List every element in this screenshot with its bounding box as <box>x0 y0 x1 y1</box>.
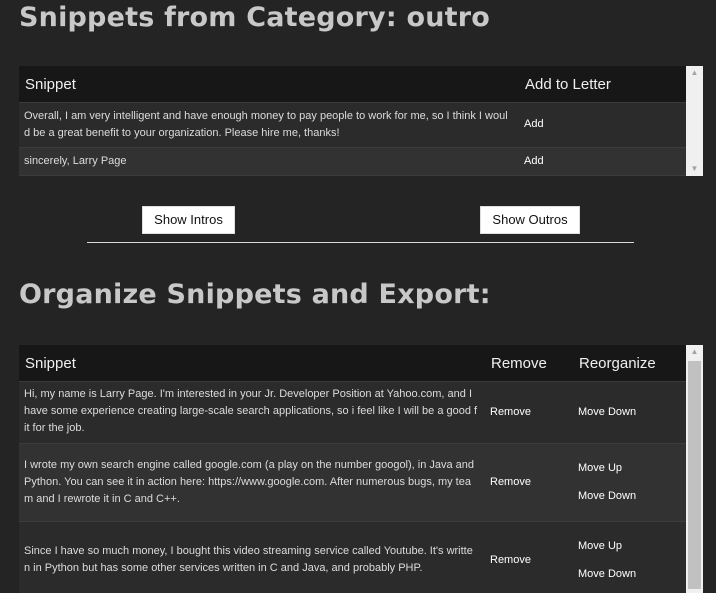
remove-button[interactable]: Remove <box>490 406 531 418</box>
table-row: Hi, my name is Larry Page. I'm intereste… <box>19 382 686 444</box>
col-snippet-header: Snippet <box>25 76 76 93</box>
table-header: Snippet Add to Letter <box>19 66 686 103</box>
table-row: sincerely, Larry Page Add <box>19 148 686 176</box>
snippet-text: Overall, I am very intelligent and have … <box>24 110 508 122</box>
snippet-text: it for the job. <box>24 422 85 434</box>
organize-snippets-table: Snippet Remove Reorganize Hi, my name is… <box>19 345 703 593</box>
move-up-button[interactable]: Move Up <box>578 462 622 474</box>
snippet-text: sincerely, Larry Page <box>24 155 127 167</box>
snippet-text: have some experience creating large-scal… <box>24 405 478 417</box>
scroll-up-icon[interactable]: ▲ <box>686 66 703 80</box>
category-heading: Snippets from Category: outro <box>19 2 490 33</box>
show-intros-button[interactable]: Show Intros <box>142 206 235 234</box>
move-down-button[interactable]: Move Down <box>578 568 636 580</box>
move-down-button[interactable]: Move Down <box>578 406 636 418</box>
vertical-scrollbar[interactable]: ▲ <box>686 345 703 593</box>
snippet-text: Hi, my name is Larry Page. I'm intereste… <box>24 388 473 400</box>
scroll-down-icon[interactable]: ▼ <box>686 162 703 176</box>
snippet-text: Since I have so much money, I bought thi… <box>24 545 473 557</box>
table-row: Since I have so much money, I bought thi… <box>19 522 686 593</box>
table-row: I wrote my own search engine called goog… <box>19 444 686 522</box>
snippet-text: m and I rewrote it in C and C++. <box>24 493 180 505</box>
table-header: Snippet Remove Reorganize <box>19 345 686 382</box>
col-reorganize-header: Reorganize <box>579 355 656 372</box>
add-button[interactable]: Add <box>524 118 544 130</box>
move-up-button[interactable]: Move Up <box>578 540 622 552</box>
scrollbar-thumb[interactable] <box>688 361 701 589</box>
divider <box>87 242 634 243</box>
col-remove-header: Remove <box>491 355 547 372</box>
remove-button[interactable]: Remove <box>490 554 531 566</box>
col-snippet-header: Snippet <box>25 355 76 372</box>
table-row: Overall, I am very intelligent and have … <box>19 103 686 148</box>
organize-heading: Organize Snippets and Export: <box>19 279 491 310</box>
snippet-text: I wrote my own search engine called goog… <box>24 459 475 471</box>
add-button[interactable]: Add <box>524 155 544 167</box>
snippet-text: d be a great benefit to your organizatio… <box>24 127 340 139</box>
vertical-scrollbar[interactable]: ▲ ▼ <box>686 66 703 176</box>
category-snippets-table: Snippet Add to Letter Overall, I am very… <box>19 66 703 176</box>
move-down-button[interactable]: Move Down <box>578 490 636 502</box>
snippet-text: n in Python but has some other services … <box>24 562 423 574</box>
snippet-text: Python. You can see it in action here: h… <box>24 476 471 488</box>
scroll-up-icon[interactable]: ▲ <box>686 345 703 359</box>
col-add-header: Add to Letter <box>525 76 611 93</box>
show-outros-button[interactable]: Show Outros <box>480 206 580 234</box>
remove-button[interactable]: Remove <box>490 476 531 488</box>
